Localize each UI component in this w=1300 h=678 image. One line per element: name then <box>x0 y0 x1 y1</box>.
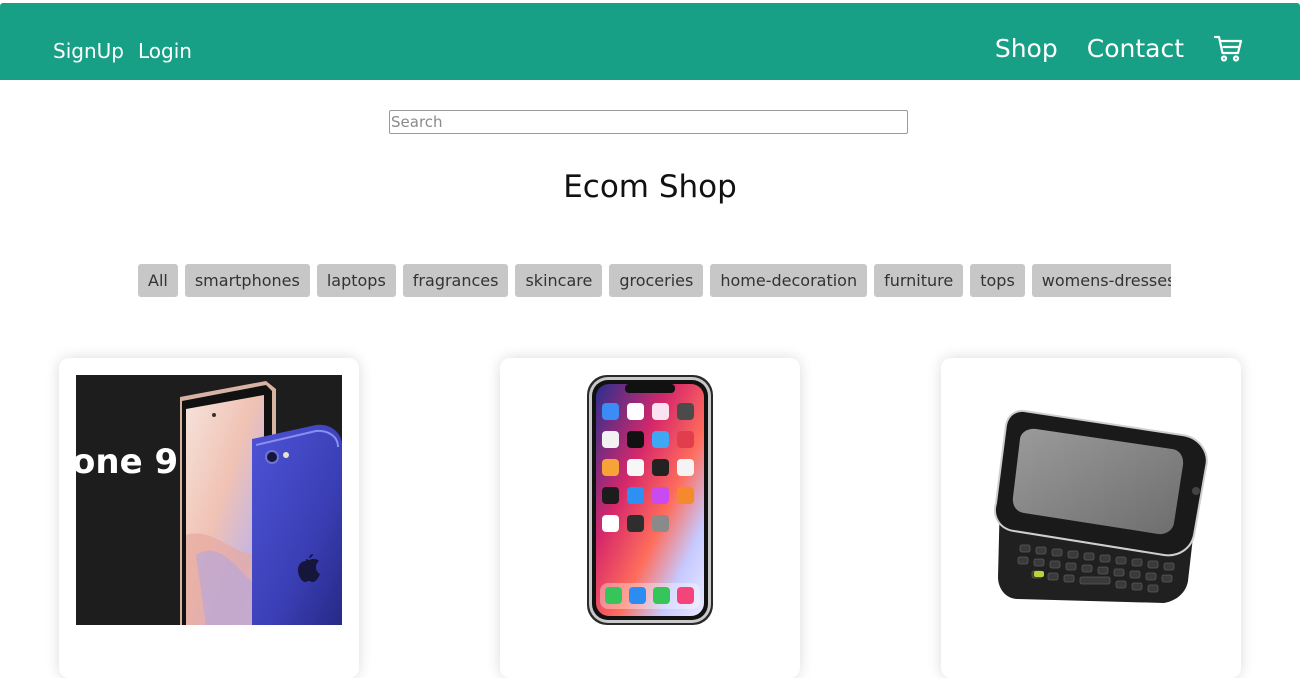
page-title: Ecom Shop <box>563 169 737 205</box>
category-button-skincare[interactable]: skincare <box>515 264 603 297</box>
signup-link[interactable]: SignUp <box>53 39 124 63</box>
category-button-tops[interactable]: tops <box>970 264 1025 297</box>
product-card[interactable] <box>941 358 1241 678</box>
product-image[interactable] <box>958 375 1224 625</box>
category-filter-bar: All smartphones laptops fragrances skincare g… <box>138 264 1171 298</box>
product-image-text: one 9 <box>76 442 178 482</box>
login-link[interactable]: Login <box>138 39 192 63</box>
shop-link[interactable]: Shop <box>995 34 1058 63</box>
category-button-smartphones[interactable]: smartphones <box>184 264 310 297</box>
search-input[interactable] <box>389 110 908 134</box>
auth-links: SignUp Login <box>53 39 192 63</box>
category-button-home-decoration[interactable]: home-decoration <box>710 264 868 297</box>
main-nav: Shop Contact <box>995 33 1243 63</box>
product-card[interactable]: one 9 <box>59 358 359 678</box>
navbar: SignUp Login Shop Contact <box>0 3 1300 80</box>
product-image[interactable] <box>517 375 783 625</box>
category-button-all[interactable]: All <box>138 264 178 297</box>
category-button-laptops[interactable]: laptops <box>316 264 396 297</box>
category-button-womens-dresses[interactable]: womens-dresses <box>1031 264 1171 297</box>
shopping-cart-icon[interactable] <box>1213 33 1243 63</box>
product-image[interactable]: one 9 <box>76 375 342 625</box>
product-card[interactable] <box>500 358 800 678</box>
category-button-fragrances[interactable]: fragrances <box>402 264 509 297</box>
category-button-groceries[interactable]: groceries <box>609 264 704 297</box>
contact-link[interactable]: Contact <box>1087 34 1184 63</box>
category-button-furniture[interactable]: furniture <box>874 264 964 297</box>
